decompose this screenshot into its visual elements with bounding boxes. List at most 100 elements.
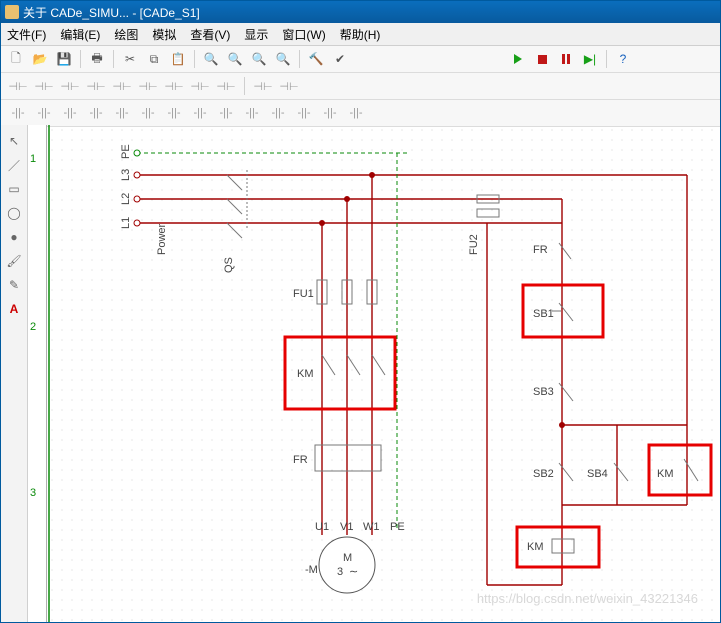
- symbol-button[interactable]: -||-: [59, 104, 81, 122]
- separator: [80, 50, 81, 68]
- open-button[interactable]: 📂: [29, 48, 51, 70]
- symbol-button[interactable]: -||-: [189, 104, 211, 122]
- build-button[interactable]: 🔨: [305, 48, 327, 70]
- app-icon: [5, 5, 19, 19]
- new-button[interactable]: 🗋: [5, 48, 27, 70]
- watermark: https://blog.csdn.net/weixin_43221346: [477, 591, 698, 606]
- label-v1: V1: [340, 521, 353, 533]
- separator: [299, 50, 300, 68]
- symbol-button[interactable]: -||-: [33, 104, 55, 122]
- symbol-button[interactable]: ⊣⊢: [33, 77, 55, 95]
- run-button[interactable]: [507, 48, 529, 70]
- save-button[interactable]: 💾: [53, 48, 75, 70]
- symbol-button[interactable]: ⊣⊢: [215, 77, 237, 95]
- ruler-mark: 1: [30, 153, 36, 165]
- menu-sim[interactable]: 模拟: [152, 26, 176, 43]
- window-title: 关于 CADe_SIMU... - [CADe_S1]: [23, 4, 200, 21]
- component-sb3: SB3: [533, 383, 573, 401]
- label-l3: L3: [120, 169, 132, 181]
- label-sb1: SB1: [533, 308, 554, 320]
- check-button[interactable]: ✔: [329, 48, 351, 70]
- label-m3: 3: [337, 566, 343, 578]
- separator: [244, 77, 245, 95]
- pointer-tool[interactable]: ↖: [4, 131, 24, 151]
- left-tool-palette: ↖ ／ ▭ ◯ ● 🖌 ✎ A: [1, 125, 28, 622]
- line-tool[interactable]: ／: [4, 155, 24, 175]
- paste-button[interactable]: 📋: [167, 48, 189, 70]
- separator: [113, 50, 114, 68]
- symbol-button[interactable]: -||-: [85, 104, 107, 122]
- symbol-button[interactable]: -||-: [319, 104, 341, 122]
- symbol-toolbar-2: -||- -||- -||- -||- -||- -||- -||- -||- …: [1, 100, 720, 127]
- component-fr: FR: [293, 445, 381, 471]
- fill-circle-tool[interactable]: ●: [4, 227, 24, 247]
- symbol-button[interactable]: ⊣⊢: [137, 77, 159, 95]
- menu-view[interactable]: 查看(V): [190, 26, 230, 43]
- find-button[interactable]: 🔍: [200, 48, 222, 70]
- label-w1: W1: [363, 521, 380, 533]
- symbol-button[interactable]: ⊣⊢: [7, 77, 29, 95]
- label-fu1: FU1: [293, 288, 314, 300]
- component-fu2: FU2: [468, 195, 499, 255]
- zoom-out-button[interactable]: 🔍: [248, 48, 270, 70]
- symbol-button[interactable]: -||-: [111, 104, 133, 122]
- symbol-button[interactable]: ⊣⊢: [163, 77, 185, 95]
- pencil-tool[interactable]: ✎: [4, 275, 24, 295]
- component-fr-aux: FR: [533, 243, 571, 259]
- menu-edit[interactable]: 编辑(E): [60, 26, 100, 43]
- symbol-button[interactable]: -||-: [345, 104, 367, 122]
- ruler-mark: 2: [30, 321, 36, 333]
- label-sb2: SB2: [533, 468, 554, 480]
- symbol-button[interactable]: -||-: [215, 104, 237, 122]
- label-fu2: FU2: [468, 234, 480, 255]
- svg-text:∼: ∼: [349, 566, 358, 578]
- symbol-button[interactable]: -||-: [137, 104, 159, 122]
- menu-draw[interactable]: 绘图: [114, 26, 138, 43]
- label-power: Power: [156, 223, 168, 255]
- menu-file[interactable]: 文件(F): [7, 26, 46, 43]
- label-fr: FR: [293, 454, 308, 466]
- menu-help[interactable]: 帮助(H): [340, 26, 381, 43]
- menu-window[interactable]: 窗口(W): [282, 26, 325, 43]
- symbol-button[interactable]: ⊣⊢: [111, 77, 133, 95]
- help-button[interactable]: ?: [612, 48, 634, 70]
- symbol-button[interactable]: ⊣⊢: [59, 77, 81, 95]
- component-sb1: SB1: [533, 303, 573, 321]
- pause-button[interactable]: [555, 48, 577, 70]
- cut-button[interactable]: ✂: [119, 48, 141, 70]
- symbol-button[interactable]: -||-: [241, 104, 263, 122]
- zoom-in-button[interactable]: 🔍: [224, 48, 246, 70]
- toolbar-main: 🗋 📂 💾 🖶 ✂ ⧉ 📋 🔍 🔍 🔍 🔍 🔨 ✔ ▶| ?: [1, 46, 720, 73]
- canvas-area[interactable]: PE L3 L2 L1 Power QS: [47, 125, 720, 622]
- menu-display[interactable]: 显示: [244, 26, 268, 43]
- component-sb4: SB4: [587, 463, 628, 481]
- label-u1: U1: [315, 521, 329, 533]
- component-motor: M 3 ∼ -M: [305, 537, 375, 593]
- component-qs: QS: [223, 170, 247, 273]
- text-tool[interactable]: A: [4, 299, 24, 319]
- symbol-button[interactable]: -||-: [7, 104, 29, 122]
- brush-tool[interactable]: 🖌: [4, 251, 24, 271]
- print-button[interactable]: 🖶: [86, 48, 108, 70]
- symbol-button[interactable]: -||-: [267, 104, 289, 122]
- symbol-button[interactable]: -||-: [293, 104, 315, 122]
- label-km3: KM: [527, 541, 544, 553]
- stop-button[interactable]: [531, 48, 553, 70]
- copy-button[interactable]: ⧉: [143, 48, 165, 70]
- label-l2: L2: [120, 193, 132, 205]
- component-sb2: SB2: [533, 463, 573, 481]
- symbol-button[interactable]: ⊣⊢: [85, 77, 107, 95]
- label-fr2: FR: [533, 244, 548, 256]
- rect-tool[interactable]: ▭: [4, 179, 24, 199]
- schematic: PE L3 L2 L1 Power QS: [47, 125, 720, 622]
- symbol-button[interactable]: ⊣⊢: [278, 77, 300, 95]
- circle-tool[interactable]: ◯: [4, 203, 24, 223]
- symbol-button[interactable]: ⊣⊢: [189, 77, 211, 95]
- symbol-button[interactable]: -||-: [163, 104, 185, 122]
- zoom-fit-button[interactable]: 🔍: [272, 48, 294, 70]
- symbol-button[interactable]: ⊣⊢: [252, 77, 274, 95]
- label-km2: KM: [657, 468, 674, 480]
- step-button[interactable]: ▶|: [579, 48, 601, 70]
- label-pe2: PE: [390, 521, 405, 533]
- separator: [194, 50, 195, 68]
